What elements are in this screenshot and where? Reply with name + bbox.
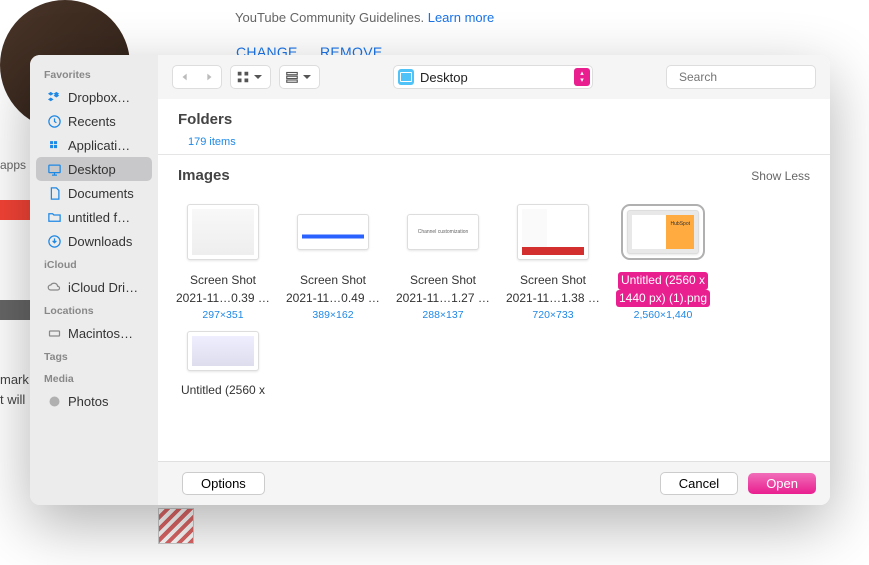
file-item-selected[interactable]: Untitled (2560 x 1440 px) (1).png 2,560×…	[608, 204, 718, 321]
main-panel: Desktop Folders 179 items Images Show Le…	[158, 55, 830, 505]
dialog-footer: Options Cancel Open	[158, 461, 830, 505]
files-grid: Screen Shot 2021-11…0.39 PM 297×351 Scre…	[158, 192, 830, 419]
file-name: 2021-11…0.49 PM	[283, 290, 383, 308]
options-button[interactable]: Options	[182, 472, 265, 495]
folder-item-count: 179 items	[158, 136, 830, 148]
bg-text: mark	[0, 372, 29, 387]
sidebar-item-desktop[interactable]: Desktop	[36, 157, 152, 181]
sidebar-label: Desktop	[68, 162, 116, 177]
sidebar-item-photos[interactable]: Photos	[36, 389, 152, 413]
desktop-icon	[46, 161, 62, 177]
clock-icon	[46, 113, 62, 129]
locations-header: Locations	[30, 299, 158, 321]
downloads-icon	[46, 233, 62, 249]
favorites-header: Favorites	[30, 63, 158, 85]
file-item[interactable]: Screen Shot 2021-11…0.49 PM 389×162	[278, 204, 388, 321]
sidebar-item-recents[interactable]: Recents	[36, 109, 152, 133]
content-area: Folders 179 items Images Show Less Scree…	[158, 99, 830, 461]
sidebar-label: Recents	[68, 114, 116, 129]
file-thumbnail	[297, 214, 369, 250]
bg-text: t will	[0, 392, 25, 407]
sidebar-label: Documents	[68, 186, 134, 201]
file-name: 2021-11…1.27 PM	[393, 290, 493, 308]
sidebar-item-macintosh[interactable]: Macintos…	[36, 321, 152, 345]
file-name: Screen Shot	[517, 272, 589, 290]
sidebar-item-documents[interactable]: Documents	[36, 181, 152, 205]
images-section-title: Images	[178, 167, 230, 184]
sidebar-item-applications[interactable]: Applicati…	[36, 133, 152, 157]
applications-icon	[46, 137, 62, 153]
folders-section-title: Folders	[178, 111, 232, 128]
photos-icon	[46, 393, 62, 409]
guideline-text: YouTube Community Guidelines. Learn more	[235, 10, 494, 25]
sidebar-label: iCloud Dri…	[68, 280, 138, 295]
sidebar-label: Downloads	[68, 234, 132, 249]
file-item[interactable]: Screen Shot 2021-11…1.38 PM 720×733	[498, 204, 608, 321]
file-thumbnail	[517, 204, 589, 260]
toolbar: Desktop	[158, 55, 830, 99]
disk-icon	[46, 325, 62, 341]
icloud-header: iCloud	[30, 253, 158, 275]
desktop-folder-icon	[398, 69, 414, 85]
show-less-link[interactable]: Show Less	[751, 169, 810, 183]
file-name: Screen Shot	[407, 272, 479, 290]
file-name: 1440 px) (1).png	[616, 290, 710, 308]
back-button[interactable]	[173, 66, 197, 88]
location-label: Desktop	[420, 70, 468, 85]
file-thumbnail	[187, 204, 259, 260]
file-item[interactable]: Channel customization Screen Shot 2021-1…	[388, 204, 498, 321]
media-header: Media	[30, 367, 158, 389]
dropdown-arrows-icon	[574, 68, 590, 86]
group-mode[interactable]	[279, 65, 320, 89]
bg-bar	[0, 300, 30, 320]
location-selector[interactable]: Desktop	[393, 65, 593, 89]
file-name: 2021-11…0.39 PM	[173, 290, 273, 308]
file-item[interactable]: Screen Shot 2021-11…0.39 PM 297×351	[168, 204, 278, 321]
search-field[interactable]	[666, 65, 816, 89]
bg-bar	[0, 200, 30, 220]
file-name: Untitled (2560 x	[181, 383, 265, 397]
sidebar-item-downloads[interactable]: Downloads	[36, 229, 152, 253]
file-name: 2021-11…1.38 PM	[503, 290, 603, 308]
file-item[interactable]: Untitled (2560 x	[168, 331, 278, 397]
file-name: Untitled (2560 x	[618, 272, 708, 290]
sidebar-label: Dropbox…	[68, 90, 130, 105]
file-thumbnail	[627, 210, 699, 254]
bg-pattern	[158, 508, 194, 544]
learn-more-link[interactable]: Learn more	[428, 10, 494, 25]
file-dimensions: 297×351	[202, 309, 243, 321]
tags-header: Tags	[30, 345, 158, 367]
open-button[interactable]: Open	[748, 473, 816, 494]
file-name: Screen Shot	[297, 272, 369, 290]
file-dimensions: 288×137	[422, 309, 463, 321]
file-name: Screen Shot	[187, 272, 259, 290]
view-mode-grid[interactable]	[230, 65, 271, 89]
cancel-button[interactable]: Cancel	[660, 472, 738, 495]
file-thumbnail: Channel customization	[407, 214, 479, 250]
documents-icon	[46, 185, 62, 201]
sidebar-item-dropbox[interactable]: Dropbox…	[36, 85, 152, 109]
file-dimensions: 720×733	[532, 309, 573, 321]
file-thumbnail	[187, 331, 259, 371]
nav-buttons	[172, 65, 222, 89]
forward-button[interactable]	[197, 66, 221, 88]
sidebar-item-icloud[interactable]: iCloud Dri…	[36, 275, 152, 299]
sidebar: Favorites Dropbox… Recents Applicati… De…	[30, 55, 158, 505]
sidebar-label: Macintos…	[68, 326, 133, 341]
sidebar-item-untitled[interactable]: untitled f…	[36, 205, 152, 229]
sidebar-label: Applicati…	[68, 138, 130, 153]
dropbox-icon	[46, 89, 62, 105]
file-dimensions: 389×162	[312, 309, 353, 321]
cloud-icon	[46, 279, 62, 295]
folder-icon	[46, 209, 62, 225]
search-input[interactable]	[679, 70, 830, 84]
bg-text: apps	[0, 158, 26, 172]
file-open-dialog: Favorites Dropbox… Recents Applicati… De…	[30, 55, 830, 505]
file-dimensions: 2,560×1,440	[634, 309, 693, 321]
sidebar-label: Photos	[68, 394, 108, 409]
sidebar-label: untitled f…	[68, 210, 130, 225]
